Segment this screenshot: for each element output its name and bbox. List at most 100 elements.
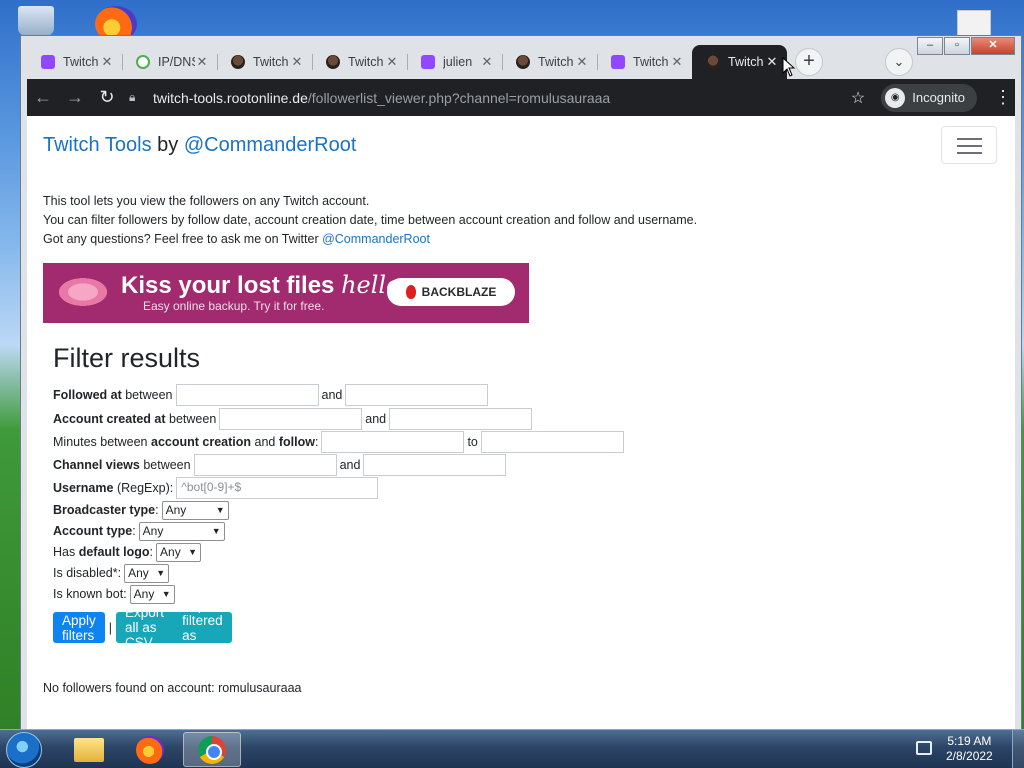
start-button[interactable] (6, 732, 42, 768)
intro-line-2: You can filter followers by follow date,… (43, 213, 698, 227)
intro-line-1: This tool lets you view the followers on… (43, 194, 370, 208)
username-row: Username (RegExp): ^bot[0-9]+$ (53, 477, 381, 499)
avatar-icon (516, 55, 530, 69)
taskbar-chrome[interactable] (183, 732, 241, 767)
browser-tab[interactable]: Twitch ✕ (502, 45, 597, 79)
twitch-icon (421, 55, 435, 69)
recycle-bin-icon[interactable] (18, 6, 54, 36)
new-tab-button[interactable]: + (795, 48, 823, 76)
followed-at-to-input[interactable] (345, 384, 489, 406)
action-buttons: Apply filters | Export all as CSV Export… (53, 598, 232, 658)
forward-icon[interactable]: → (59, 87, 91, 108)
ip-icon (136, 55, 150, 69)
close-tab-icon[interactable]: ✕ (480, 54, 494, 70)
account-type-select[interactable]: Any ▼ (138, 521, 225, 541)
navbar-toggler-button[interactable] (941, 126, 997, 164)
known-bot-select[interactable]: Any ▼ (129, 584, 175, 604)
minutes-between-row: Minutes between account creation and fol… (53, 431, 627, 453)
close-tab-icon[interactable]: ✕ (385, 54, 399, 70)
firefox-icon (136, 735, 164, 764)
tab-search-icon[interactable]: ⌄ (885, 48, 913, 76)
is-disabled-select[interactable]: Any ▼ (124, 563, 170, 583)
show-desktop-button[interactable] (1012, 730, 1024, 768)
tab-title: IP/DNS (158, 55, 195, 69)
apply-filters-button[interactable]: Apply filters (53, 612, 105, 643)
username-regexp-input[interactable]: ^bot[0-9]+$ (176, 477, 379, 499)
account-created-row: Account created at between and (53, 408, 535, 430)
close-tab-icon[interactable]: ✕ (290, 54, 304, 70)
back-icon[interactable]: ← (27, 87, 59, 108)
created-at-to-input[interactable] (389, 408, 533, 430)
reload-icon[interactable]: ↻ (91, 87, 123, 108)
incognito-badge[interactable]: ◉ Incognito (881, 83, 977, 112)
filter-results-heading: Filter results (53, 343, 201, 373)
export-all-csv-button[interactable]: Export all as CSV (116, 605, 174, 650)
browser-tab[interactable]: Twitch ✕ (312, 45, 407, 79)
minutes-from-input[interactable] (321, 431, 465, 453)
browser-tab[interactable]: IP/DNS ✕ (122, 45, 217, 79)
taskbar-explorer[interactable] (60, 732, 118, 767)
address-bar[interactable]: 🔒︎ twitch-tools.rootonline.de/followerli… (129, 82, 1015, 113)
result-message: No followers found on account: romulusau… (43, 681, 302, 695)
followed-at-from-input[interactable] (175, 384, 319, 406)
intro-line-3: Got any questions? Feel free to ask me o… (43, 232, 430, 246)
tab-strip: Twitch ✕ IP/DNS ✕ Twitch ✕ Twitch ✕ juli… (27, 45, 1021, 79)
tab-title: Twitch (348, 55, 384, 69)
created-at-from-input[interactable] (219, 408, 363, 430)
followed-at-row: Followed at between and (53, 384, 491, 406)
minutes-to-input[interactable] (480, 431, 624, 453)
taskbar-firefox[interactable] (121, 732, 179, 767)
export-filtered-csv-button[interactable]: Export filtered as CSV (173, 598, 232, 658)
browser-tab[interactable]: Twitch ✕ (27, 45, 122, 79)
chevron-down-icon: ▼ (156, 568, 166, 578)
known-bot-row: Is known bot: Any ▼ (53, 583, 175, 605)
bookmark-star-icon[interactable]: ☆ (851, 88, 865, 108)
clock-date: 2/8/2022 (946, 749, 993, 763)
is-disabled-row: Is disabled *: Any ▼ (53, 562, 170, 584)
avatar-icon (231, 55, 245, 69)
intro-text: This tool lets you view the followers on… (43, 192, 697, 249)
browser-tab[interactable]: julien ✕ (407, 45, 502, 79)
default-logo-select[interactable]: Any ▼ (156, 542, 202, 562)
browser-tab-active[interactable]: Twitch ✕ (692, 45, 787, 79)
lock-icon[interactable]: 🔒︎ (129, 90, 147, 105)
broadcaster-type-row: Broadcaster type: Any ▼ (53, 499, 229, 521)
views-to-input[interactable] (363, 454, 507, 476)
browser-tab[interactable]: Twitch ✕ (217, 45, 312, 79)
brand-handle-link[interactable]: @CommanderRoot (184, 134, 357, 156)
close-tab-icon[interactable]: ✕ (100, 54, 114, 70)
backblaze-button[interactable]: BACKBLAZE (387, 278, 515, 306)
avatar-icon (706, 55, 720, 69)
close-tab-icon[interactable]: ✕ (765, 54, 779, 70)
system-clock[interactable]: 5:19 AM 2/8/2022 (946, 734, 993, 764)
account-type-row: Account type: Any ▼ (53, 520, 225, 542)
close-tab-icon[interactable]: ✕ (575, 54, 589, 70)
brand-name-link[interactable]: Twitch Tools (43, 134, 152, 156)
twitter-link[interactable]: @CommanderRoot (322, 232, 430, 246)
browser-tab[interactable]: Twitch ✕ (597, 45, 692, 79)
site-brand: Twitch Tools by @CommanderRoot (43, 134, 356, 157)
chevron-down-icon: ▼ (161, 589, 171, 599)
avatar-icon (326, 55, 340, 69)
incognito-label: Incognito (912, 90, 965, 105)
views-from-input[interactable] (193, 454, 337, 476)
url-path: /followerlist_viewer.php?channel=romulus… (307, 89, 611, 106)
menu-dots-icon[interactable]: ⋮ (991, 87, 1015, 108)
ad-subline: Easy online backup. Try it for free. (143, 299, 325, 313)
chevron-down-icon: ▼ (215, 505, 225, 515)
tab-title: Twitch (633, 55, 669, 69)
close-tab-icon[interactable]: ✕ (670, 54, 684, 70)
backblaze-ad-banner[interactable]: Kiss your lost files hello Easy online b… (43, 263, 529, 323)
brand-by: by (157, 134, 179, 156)
broadcaster-type-select[interactable]: Any ▼ (161, 500, 229, 520)
page-content: Twitch Tools by @CommanderRoot This tool… (27, 116, 1015, 734)
chrome-icon (198, 735, 226, 764)
tab-title: Twitch (63, 55, 99, 69)
browser-window: – ▫ ✕ Twitch ✕ IP/DNS ✕ Twitch ✕ Twitch … (20, 35, 1022, 735)
folder-icon (74, 737, 104, 762)
lips-icon (57, 277, 109, 307)
browser-toolbar: ← → ↻ 🔒︎ twitch-tools.rootonline.de/foll… (27, 79, 1015, 116)
flame-icon (405, 285, 416, 299)
close-tab-icon[interactable]: ✕ (195, 54, 209, 70)
network-icon[interactable] (916, 741, 932, 755)
